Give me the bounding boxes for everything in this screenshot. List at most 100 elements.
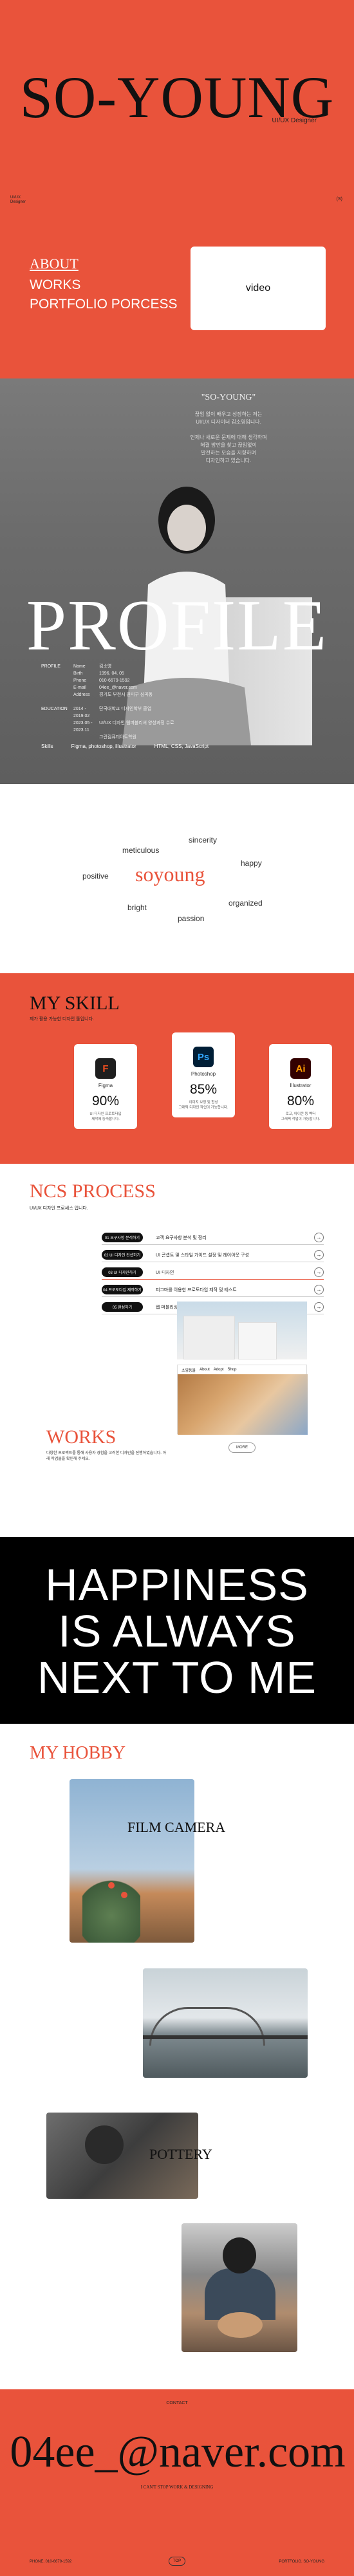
hero-section: SO-YOUNG UI/UX Designer UI/UX Designer (… — [0, 0, 354, 378]
keyword-main: soyoung — [135, 863, 205, 886]
skill-desc-text: UI 디자인 프로토타입 제작에 능숙합니다. — [89, 1112, 122, 1121]
info-row: 2023.05 - 2023.11 UI/UX 디자인 웹퍼블리셔 양성과정 수료 — [41, 720, 174, 734]
ncs-section: NCS PROCESS UI/UX 디자인 프로세스 입니다. 01 요구사항 … — [0, 1164, 354, 1537]
process-row[interactable]: 02 UI 디자인 컨셉하기 UI 콘셉트 및 스타일 가이드 설정 및 레이아웃… — [102, 1248, 324, 1262]
flower-dot — [121, 1892, 127, 1898]
preview-navbar: 소영동물 About Adopt Shop — [178, 1365, 306, 1374]
arrow-right-icon[interactable]: → — [314, 1285, 324, 1294]
info-key: PROFILE — [41, 664, 61, 669]
process-step-pill: 03 UI 디자인하기 — [102, 1267, 143, 1277]
info-row — [41, 698, 174, 705]
info-row: Birth 1996. 04. 05 — [41, 670, 174, 677]
skill-card-illustrator[interactable]: Ai Illustrator 80% 로고, 아이콘 등 벡터 그래픽 작업이 … — [269, 1044, 332, 1129]
info-subkey: Address — [73, 693, 90, 697]
process-step-pill: 01 요구사항 분석하기 — [102, 1233, 143, 1242]
skill-name: Figma — [98, 1083, 113, 1088]
ncs-title: NCS PROCESS — [30, 1181, 156, 1202]
info-row: E-mail 04ee_@naver.com — [41, 684, 174, 691]
info-value: 경기도 부천시 원미구 심곡동 — [99, 693, 153, 697]
info-key — [41, 734, 67, 741]
film-camera-label: FILM CAMERA — [127, 1819, 226, 1835]
info-value: 김소영 — [99, 664, 112, 669]
info-key — [41, 677, 67, 684]
skill-section: MY SKILL 제가 활용 가능한 디자인 툴입니다. F Figma 90%… — [0, 973, 354, 1164]
skill-percent: 90% — [91, 1094, 120, 1108]
keyword-meticulous: meticulous — [122, 846, 160, 855]
skill-card-figma[interactable]: F Figma 90% UI 디자인 프로토타입 제작에 능숙합니다. — [74, 1044, 137, 1129]
more-button[interactable]: MORE — [228, 1442, 256, 1453]
nav-about[interactable]: ABOUT — [30, 256, 178, 272]
arrow-right-icon[interactable]: → — [314, 1267, 324, 1277]
preview-menu-about: About — [200, 1368, 210, 1372]
photoshop-icon: Ps — [193, 1047, 214, 1067]
scroll-top-button[interactable]: TOP — [169, 2557, 185, 2566]
hero-subtitle: UI/UX Designer — [272, 117, 317, 124]
works-desc: 다양한 프로젝트를 통해 사용자 경험을 고려한 디자인을 진행하였습니다. 아… — [46, 1451, 167, 1461]
clay-bowl — [218, 2312, 263, 2338]
skill-desc-text: 이미지 보정 및 합성 그래픽 디자인 작업이 가능합니다. — [178, 1101, 228, 1110]
arrow-right-icon[interactable]: → — [314, 1233, 324, 1242]
contact-email[interactable]: 04ee_@naver.com — [0, 2427, 354, 2478]
flower-dot — [108, 1882, 115, 1889]
works-title: WORKS — [46, 1426, 116, 1448]
profile-big-title: PROFILE — [26, 586, 328, 666]
quote-line: 언제나 새로운 문제에 대해 생각하며 — [190, 434, 267, 440]
info-key — [41, 670, 67, 677]
bridge-photo[interactable] — [143, 1968, 308, 2078]
nav-process[interactable]: PORTFOLIO PORCESS — [30, 297, 178, 312]
video-box[interactable]: video — [191, 247, 326, 330]
footer-portfolio: PORTFOLIO. SO-YOUNG — [279, 2560, 324, 2564]
skill-desc: 제가 활용 가능한 디자인 툴입니다. — [30, 1017, 94, 1022]
process-step-pill: 04 프로토타입 제작하기 — [102, 1285, 143, 1294]
info-value: 1996. 04. 05 — [99, 671, 124, 676]
works-building-image[interactable] — [177, 1302, 307, 1359]
profile-quote: "SO-YOUNG" — [201, 393, 256, 402]
happiness-banner: HAPPINESS IS ALWAYS NEXT TO ME — [0, 1537, 354, 1724]
info-value: 010-6679-1592 — [99, 678, 130, 683]
keyword-organized: organized — [228, 899, 263, 908]
keywords-section: soyoung sincerity meticulous happy posit… — [0, 784, 354, 973]
process-step-pill: 02 UI 디자인 컨셉하기 — [102, 1250, 143, 1260]
preview-tab: 소영동물 — [182, 1368, 196, 1373]
arrow-right-icon[interactable]: → — [314, 1302, 324, 1312]
skills-label: Skills — [41, 743, 53, 749]
info-row: Phone 010-6679-1592 — [41, 677, 174, 684]
preview-image — [178, 1374, 308, 1435]
info-row: PROFILE Name 김소영 — [41, 663, 174, 670]
footer: CONTACT 04ee_@naver.com I CAN'T STOP WOR… — [0, 2389, 354, 2576]
nav-works[interactable]: WORKS — [30, 277, 178, 293]
skill-card-photoshop[interactable]: Ps Photoshop 85% 이미지 보정 및 합성 그래픽 디자인 작업이… — [172, 1032, 235, 1117]
building-shape — [238, 1322, 277, 1359]
info-value — [99, 698, 100, 705]
pottery-wheel-photo[interactable] — [182, 2223, 297, 2352]
pottery-label: POTTERY — [149, 2146, 212, 2162]
process-row[interactable]: 03 UI 디자인하기 UI 디자인 → — [102, 1265, 324, 1280]
keyword-bright: bright — [127, 903, 147, 912]
hobby-section: MY HOBBY FILM CAMERA POTTERY — [0, 1724, 354, 2389]
process-step-pill: 05 완성하기 — [102, 1302, 143, 1312]
info-subkey: E-mail — [73, 686, 86, 690]
process-row[interactable]: 01 요구사항 분석하기 고객 요구사항 분석 및 정리 → — [102, 1231, 324, 1245]
works-website-preview[interactable]: 소영동물 About Adopt Shop — [177, 1365, 308, 1435]
profile-section: "SO-YOUNG" 끊임 없이 배우고 성장하는 저는 UI/UX 디자이너 김… — [0, 378, 354, 784]
video-label: video — [245, 283, 271, 294]
quote-line: 끊임 없이 배우고 성장하는 저는 — [194, 411, 263, 417]
preview-menu-shop: Shop — [227, 1368, 237, 1372]
info-subkey: 2023.05 - 2023.11 — [73, 721, 93, 733]
info-key — [41, 684, 67, 691]
contact-label: CONTACT — [166, 2401, 188, 2405]
info-key: EDUCATION — [41, 707, 68, 711]
process-row[interactable]: 04 프로토타입 제작하기 피그마를 이용한 프로토타입 제작 및 테스트 → — [102, 1283, 324, 1297]
info-value: 04ee_@naver.com — [99, 686, 137, 690]
skill-desc-text: 로고, 아이콘 등 벡터 그래픽 작업이 가능합니다. — [281, 1112, 321, 1121]
main-nav: ABOUT WORKS PORTFOLIO PORCESS — [30, 256, 178, 316]
skill-name: Photoshop — [191, 1071, 216, 1077]
info-row: Address 경기도 부천시 원미구 심곡동 — [41, 691, 174, 698]
profile-info-table: PROFILE Name 김소영 Birth 1996. 04. 05 Phone 01… — [41, 663, 174, 741]
process-step-text: 피그마를 이용한 프로토타입 제작 및 테스트 — [156, 1287, 237, 1293]
info-subkey — [73, 734, 93, 741]
skill-percent: 80% — [286, 1094, 315, 1108]
film-camera-photo[interactable] — [70, 1779, 194, 1943]
arrow-right-icon[interactable]: → — [314, 1250, 324, 1260]
happiness-text: HAPPINESS IS ALWAYS NEXT TO ME — [0, 1562, 354, 1701]
